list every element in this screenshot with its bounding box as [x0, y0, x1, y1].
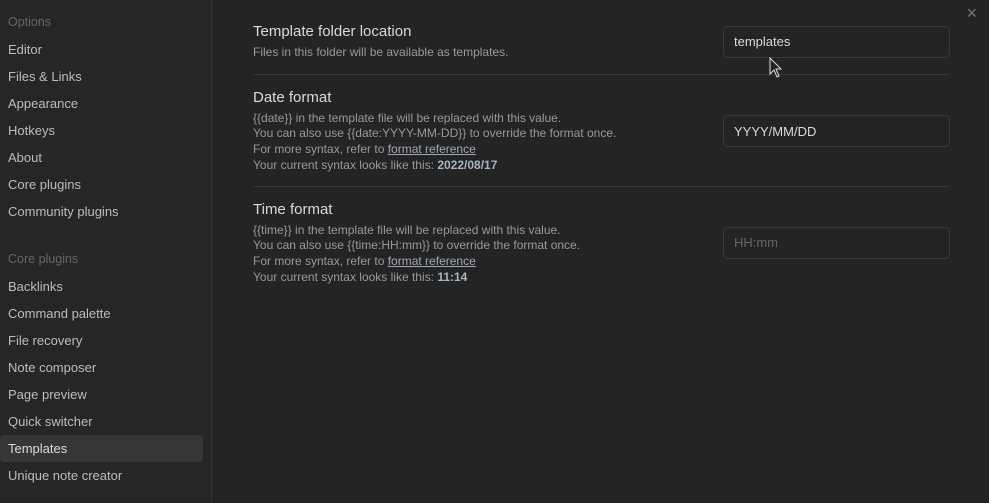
sidebar-item-templates[interactable]: Templates [0, 435, 203, 462]
time-format-input[interactable] [723, 226, 950, 259]
setting-title: Date format [253, 88, 332, 106]
sidebar-item-backlinks[interactable]: Backlinks [0, 273, 203, 300]
settings-content: Template folder location Files in this f… [253, 0, 950, 285]
sidebar-item-unique-note-creator[interactable]: Unique note creator [0, 462, 203, 489]
setting-title: Template folder location [253, 23, 412, 40]
setting-time-format: Time format {{time}} in the template fil… [253, 187, 950, 286]
date-format-input[interactable] [723, 115, 950, 148]
format-reference-link[interactable]: format reference [388, 142, 476, 156]
setting-desc: {{time}} in the template file will be re… [253, 223, 580, 286]
sidebar-item-file-recovery[interactable]: File recovery [0, 327, 203, 354]
desc-line: You can also use {{time:HH:mm}} to overr… [253, 238, 581, 253]
core-plugins-heading: Core plugins [8, 252, 79, 266]
sidebar-item-core-plugins[interactable]: Core plugins [0, 171, 203, 198]
sidebar-item-community-plugins[interactable]: Community plugins [0, 198, 203, 225]
setting-template-folder: Template folder location Files in this f… [253, 0, 950, 75]
sidebar-item-files-links[interactable]: Files & Links [0, 63, 203, 90]
setting-desc: Files in this folder will be available a… [253, 45, 509, 59]
setting-date-format: Date format {{date}} in the template fil… [253, 75, 950, 187]
time-example: 11:14 [437, 269, 468, 284]
template-folder-input[interactable] [723, 25, 950, 58]
setting-desc: {{date}} in the template file will be re… [253, 111, 616, 174]
sidebar-item-hotkeys[interactable]: Hotkeys [0, 117, 203, 144]
mouse-cursor-icon [769, 57, 783, 78]
desc-line: {{date}} in the template file will be re… [253, 110, 562, 125]
setting-title: Time format [253, 200, 333, 218]
date-example: 2022/08/17 [437, 157, 498, 172]
sidebar-item-page-preview[interactable]: Page preview [0, 381, 203, 408]
options-heading: Options [8, 15, 52, 29]
sidebar-item-about[interactable]: About [0, 144, 203, 171]
sidebar-item-command-palette[interactable]: Command palette [0, 300, 203, 327]
sidebar-item-note-composer[interactable]: Note composer [0, 354, 203, 381]
sidebar-item-appearance[interactable]: Appearance [0, 90, 203, 117]
format-reference-link[interactable]: format reference [388, 254, 476, 268]
sidebar-item-quick-switcher[interactable]: Quick switcher [0, 408, 203, 435]
desc-line: Your current syntax looks like this: [253, 157, 438, 172]
desc-line: For more syntax, refer to [253, 253, 388, 268]
desc-line: For more syntax, refer to [253, 142, 388, 157]
sidebar-item-editor[interactable]: Editor [0, 36, 203, 63]
close-icon[interactable]: × [966, 3, 977, 24]
desc-line: Your current syntax looks like this: [253, 269, 438, 284]
desc-line: You can also use {{date:YYYY-MM-DD}} to … [253, 126, 617, 141]
desc-line: {{time}} in the template file will be re… [253, 222, 561, 237]
settings-sidebar: Options Editor Files & Links Appearance … [0, 0, 212, 503]
